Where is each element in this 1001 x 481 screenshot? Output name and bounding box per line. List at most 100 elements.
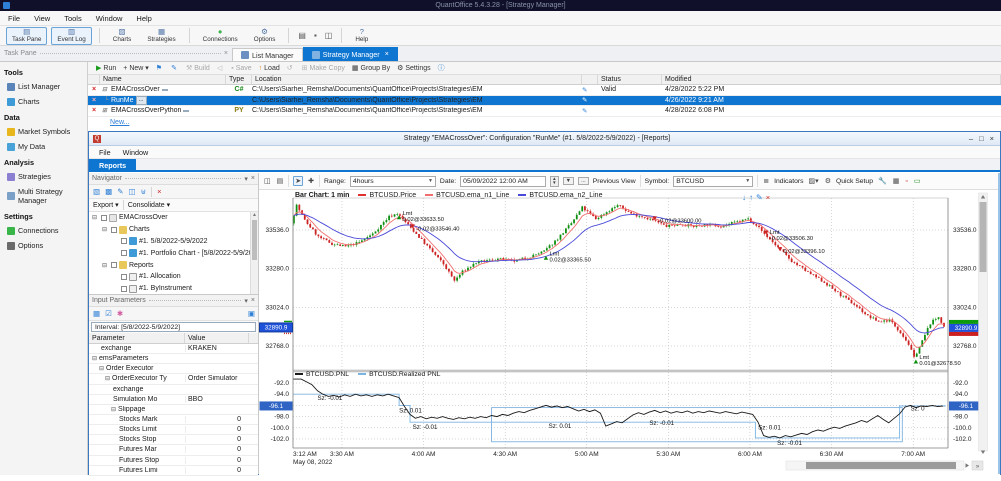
tab-reports[interactable]: Reports <box>89 159 136 170</box>
event-log-button[interactable]: ▥ Event Log <box>51 27 91 45</box>
sidebar-item-connections[interactable]: Connections <box>0 223 87 238</box>
delete-strategy-icon[interactable]: × <box>88 86 100 93</box>
minimize-icon[interactable]: – <box>969 134 973 143</box>
save-all-icon[interactable]: ▩ <box>105 187 112 196</box>
quick-setup-button[interactable]: Quick Setup <box>836 178 873 185</box>
interval-selector[interactable]: Interval: [5/8/2022-5/9/2022] <box>91 322 256 332</box>
popout-icon[interactable]: ▣ <box>248 309 255 318</box>
parameter-row[interactable]: Stocks Stop 0 <box>89 435 258 445</box>
parameter-row[interactable]: ⊟Order Executor <box>89 364 258 374</box>
edit-icon[interactable]: ✎ <box>117 187 123 196</box>
toolbar-button[interactable]: ⓘ <box>438 63 447 73</box>
toolbar-button[interactable]: ⚒ Build <box>186 64 210 72</box>
print-icon[interactable]: ▤ <box>276 177 285 185</box>
tree-checkbox[interactable] <box>121 250 127 256</box>
consolidate-dropdown[interactable]: Consolidate ▾ <box>128 201 170 209</box>
parameter-row[interactable]: exchange <box>89 385 258 395</box>
pin-icon[interactable]: ▾ <box>244 175 248 183</box>
delete-strategy-icon[interactable]: × <box>88 97 100 104</box>
menu-tools[interactable]: Tools <box>64 14 82 23</box>
layout-columns-icon[interactable]: ◫ <box>323 31 335 40</box>
sidebar-item-strategies[interactable]: Strategies <box>0 169 87 184</box>
parameter-row[interactable]: Futures Stop 0 <box>89 456 258 466</box>
parameter-row[interactable]: Simulation Mo BBO <box>89 395 258 405</box>
toolbar-button[interactable]: ⚑ <box>156 64 164 72</box>
navigator-scrollbar[interactable]: ▲ <box>250 212 258 294</box>
tree-row[interactable]: ⊟ Charts <box>89 224 258 236</box>
crosshair-tool-icon[interactable]: ✚ <box>307 177 315 185</box>
tree-row[interactable]: ⊟ Reports <box>89 259 258 271</box>
parameter-row[interactable]: ⊟OrderExecutor Ty Order Simulator <box>89 374 258 384</box>
toolbar-button[interactable]: ↑ Load <box>259 65 280 72</box>
close-panel-icon[interactable]: × <box>251 297 255 304</box>
sidebar-item-market-symbols[interactable]: Market Symbols <box>0 124 87 139</box>
tab-strategy-manager[interactable]: Strategy Manager × <box>303 47 398 61</box>
toolbar-button[interactable]: ⚙ Settings <box>397 64 431 72</box>
tree-row[interactable]: #1. 5/8/2022-5/9/2022 <box>89 236 258 248</box>
chart-area[interactable]: 3:12 AM3:30 AM4:00 AM4:30 AM5:00 AM5:30 … <box>259 190 1000 476</box>
excel-export-icon[interactable]: ▭ <box>913 177 922 185</box>
tree-checkbox[interactable] <box>121 274 127 280</box>
move-down-icon[interactable]: ↓ <box>742 193 746 202</box>
symbol-select[interactable]: BTCUSD▼ <box>673 176 753 187</box>
tab-list-manager[interactable]: List Manager <box>232 48 303 61</box>
toolbar-button[interactable]: ✎ <box>171 64 179 72</box>
toolbar-button[interactable]: + New ▾ <box>123 64 149 72</box>
edit-pencil-icon[interactable]: ✎ <box>582 86 598 94</box>
pdf-export-icon[interactable]: ▫ <box>904 178 908 185</box>
wrench-icon[interactable]: 🔧 <box>877 177 888 185</box>
toolbar-button[interactable]: ↺ <box>287 64 295 72</box>
menu-view[interactable]: View <box>34 14 50 23</box>
tree-row[interactable]: #1. Portfolio Chart - [5/8/2022-5/9/2022… <box>89 247 258 259</box>
new-strategy-link[interactable]: New... <box>110 119 129 126</box>
pin-icon[interactable]: ▾ <box>244 297 248 305</box>
remove-pane-icon[interactable]: × <box>766 193 770 202</box>
sidebar-item-my-data[interactable]: My Data <box>0 139 87 154</box>
save-icon[interactable]: ▧ <box>93 187 100 196</box>
move-up-icon[interactable]: ↑ <box>749 193 753 202</box>
chart-style-icon[interactable]: ▨▾ <box>808 177 820 185</box>
close-panel-icon[interactable]: × <box>251 175 255 182</box>
pointer-tool-icon[interactable]: ➤ <box>293 176 303 186</box>
parameter-row[interactable]: Futures Limi 0 <box>89 466 258 476</box>
date-spinner[interactable]: ▲▼ <box>550 176 558 187</box>
date-dropdown-icon[interactable]: ▼ <box>563 177 574 185</box>
menu-file[interactable]: File <box>8 14 20 23</box>
date-input[interactable]: 05/09/2022 12:00 AM <box>460 176 546 187</box>
charts-button[interactable]: ▨ Charts <box>107 27 138 45</box>
tree-checkbox[interactable] <box>111 227 117 233</box>
close-task-pane-icon[interactable]: × <box>224 50 228 57</box>
checklist-icon[interactable]: ☑ <box>105 309 112 318</box>
tree-checkbox[interactable] <box>101 215 107 221</box>
parameter-row[interactable]: Futures Mar 0 <box>89 445 258 455</box>
options-button[interactable]: ⚙ Options <box>248 27 282 45</box>
sidebar-item-charts[interactable]: Charts <box>0 94 87 109</box>
delete-strategy-icon[interactable]: × <box>88 107 100 114</box>
date-more-button[interactable]: ... <box>578 177 589 185</box>
more-button[interactable] <box>162 89 168 91</box>
previous-view-button[interactable]: Previous View <box>593 178 636 185</box>
more-button[interactable]: ... <box>136 96 147 105</box>
duplicate-icon[interactable]: ◫ <box>128 187 135 196</box>
report-window-titlebar[interactable]: Q Strategy "EMACrossOver": Configuration… <box>89 132 1000 146</box>
menu-window[interactable]: Window <box>96 14 123 23</box>
toolbar-button[interactable]: ▶ Run <box>96 64 116 72</box>
toolbar-button[interactable]: ▪ Save <box>231 65 251 72</box>
strategies-button[interactable]: ▦ Strategies <box>141 27 181 45</box>
sidebar-item-list-manager[interactable]: List Manager <box>0 79 87 94</box>
close-icon[interactable]: × <box>990 134 994 143</box>
parameter-row[interactable]: exchange KRAKEN <box>89 344 258 354</box>
copy-icon[interactable]: ◫ <box>263 177 272 185</box>
grid-view-icon[interactable]: ▦ <box>93 309 100 318</box>
task-pane-button[interactable]: ▤ Task Pane <box>6 27 47 45</box>
sidebar-item-options[interactable]: Options <box>0 238 87 253</box>
tree-checkbox[interactable] <box>111 262 117 268</box>
parameter-row[interactable]: ⊟Slippage <box>89 405 258 415</box>
strategy-table-row[interactable]: × ⊞EMACrossOverPython PY C:\Users\Siarhe… <box>88 106 1001 117</box>
parameter-row[interactable]: Stocks Limit 0 <box>89 425 258 435</box>
toolbar-button[interactable]: ⊞ Make Copy <box>302 64 345 72</box>
menu-window[interactable]: Window <box>123 148 149 157</box>
strategy-table-row[interactable]: × ⊟EMACrossOver C# C:\Users\Siarhei_Rems… <box>88 85 1001 96</box>
user-params-icon[interactable]: ✱ <box>117 309 123 318</box>
layout-stacked-icon[interactable]: ▪ <box>312 31 319 40</box>
